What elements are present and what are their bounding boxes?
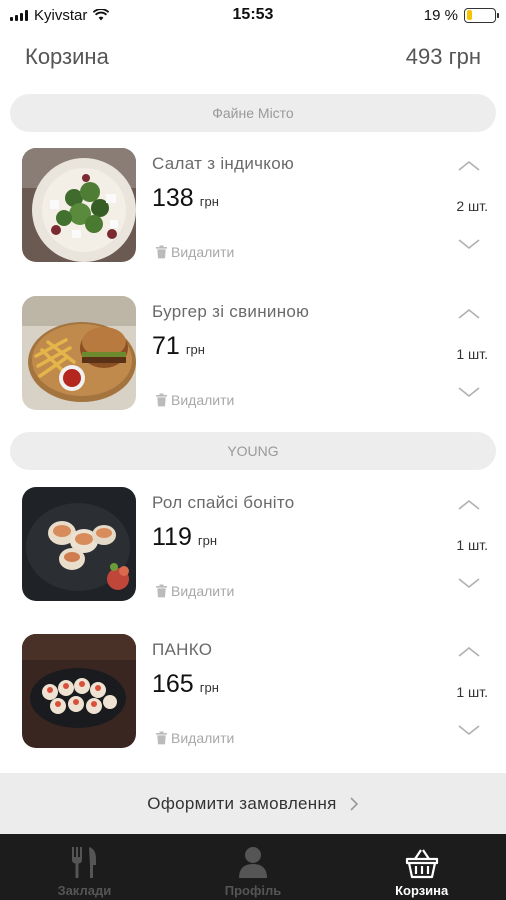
chevron-right-icon <box>350 796 358 811</box>
section-header-faine-misto: Файне Місто <box>10 94 496 132</box>
section-header-young: YOUNG <box>10 432 496 470</box>
trash-icon <box>156 584 167 598</box>
quantity-decrease-button[interactable] <box>455 234 483 254</box>
item-price: 71 грн <box>152 332 205 361</box>
chevron-up-icon <box>458 646 480 657</box>
remove-button[interactable]: Видалити <box>155 583 234 599</box>
quantity-decrease-button[interactable] <box>455 382 483 402</box>
tab-label: Корзина <box>395 883 449 898</box>
checkout-label: Оформити замовлення <box>147 793 337 813</box>
remove-button[interactable]: Видалити <box>155 730 234 746</box>
fork-knife-icon <box>72 847 97 878</box>
tab-bar: Заклади Профіль Корзина <box>0 834 506 900</box>
quantity-increase-button[interactable] <box>455 495 483 515</box>
user-icon <box>239 847 267 878</box>
remove-label: Видалити <box>171 730 235 746</box>
remove-label: Видалити <box>171 244 235 260</box>
cart-item: Бургер зі свининою 71 грн Видалити 1 шт. <box>0 296 506 416</box>
item-name: Бургер зі свининою <box>152 302 310 321</box>
cart-header: Корзина 493 грн <box>25 44 481 70</box>
item-price: 119 грн <box>152 523 217 552</box>
section-name: Файне Місто <box>212 105 294 121</box>
tab-zaklady[interactable]: Заклади <box>0 834 169 900</box>
trash-icon <box>156 731 167 745</box>
wifi-icon <box>93 9 110 21</box>
chevron-up-icon <box>458 499 480 510</box>
price-value: 138 <box>152 184 194 212</box>
price-value: 71 <box>152 332 180 360</box>
chevron-down-icon <box>458 387 480 398</box>
price-value: 165 <box>152 670 194 698</box>
quantity-value: 2 шт. <box>456 198 488 214</box>
quantity-value: 1 шт. <box>456 346 488 362</box>
price-currency: грн <box>199 680 219 695</box>
signal-icon <box>10 9 28 21</box>
quantity-decrease-button[interactable] <box>455 720 483 740</box>
chevron-down-icon <box>458 239 480 250</box>
price-currency: грн <box>199 194 219 209</box>
item-price: 165 грн <box>152 670 219 699</box>
item-price: 138 грн <box>152 184 219 213</box>
status-bar: Kyivstar 15:53 19 % <box>0 0 506 30</box>
remove-button[interactable]: Видалити <box>155 392 234 408</box>
tab-profil[interactable]: Профіль <box>169 834 338 900</box>
price-currency: грн <box>197 533 218 548</box>
item-name: Салат з індичкою <box>152 154 295 173</box>
carrier-name: Kyivstar <box>34 6 88 24</box>
cart-item: Рол спайсі боніто 119 грн Видалити 1 шт. <box>0 487 506 607</box>
checkout-button[interactable]: Оформити замовлення <box>0 773 506 834</box>
quantity-value: 1 шт. <box>456 537 488 553</box>
price-value: 119 <box>152 523 192 551</box>
quantity-value: 1 шт. <box>456 684 488 700</box>
battery-level <box>466 10 472 20</box>
salad-photo <box>22 148 136 262</box>
cart-item: Салат з індичкою 138 грн Видалити 2 шт. <box>0 148 506 268</box>
quantity-increase-button[interactable] <box>455 156 483 176</box>
battery-percent: 19 % <box>423 6 458 24</box>
burger-photo <box>22 296 136 410</box>
cart-item: ПАНКО 165 грн Видалити 1 шт. <box>0 634 506 754</box>
quantity-increase-button[interactable] <box>455 642 483 662</box>
carrier-group: Kyivstar <box>10 6 110 24</box>
chevron-up-icon <box>458 160 480 171</box>
chevron-down-icon <box>458 578 480 589</box>
price-currency: грн <box>185 342 205 357</box>
basket-icon <box>405 849 438 879</box>
quantity-decrease-button[interactable] <box>455 573 483 593</box>
chevron-up-icon <box>458 308 480 319</box>
page-title: Корзина <box>25 44 109 69</box>
cart-total: 493 грн <box>405 44 481 69</box>
tab-label: Заклади <box>57 883 112 898</box>
roll-photo <box>22 487 136 601</box>
item-name: Рол спайсі боніто <box>152 493 295 512</box>
tab-korzyna[interactable]: Корзина <box>337 834 506 900</box>
sushi-photo <box>22 634 136 748</box>
remove-label: Видалити <box>171 392 235 408</box>
chevron-down-icon <box>458 725 480 736</box>
tab-label: Профіль <box>224 883 282 898</box>
trash-icon <box>156 393 167 407</box>
battery-icon <box>464 7 499 23</box>
remove-button[interactable]: Видалити <box>155 244 234 260</box>
remove-label: Видалити <box>171 583 235 599</box>
battery-group: 19 % <box>423 6 499 24</box>
trash-icon <box>156 245 167 259</box>
quantity-increase-button[interactable] <box>455 304 483 324</box>
section-name: YOUNG <box>227 443 279 459</box>
item-name: ПАНКО <box>152 640 213 659</box>
